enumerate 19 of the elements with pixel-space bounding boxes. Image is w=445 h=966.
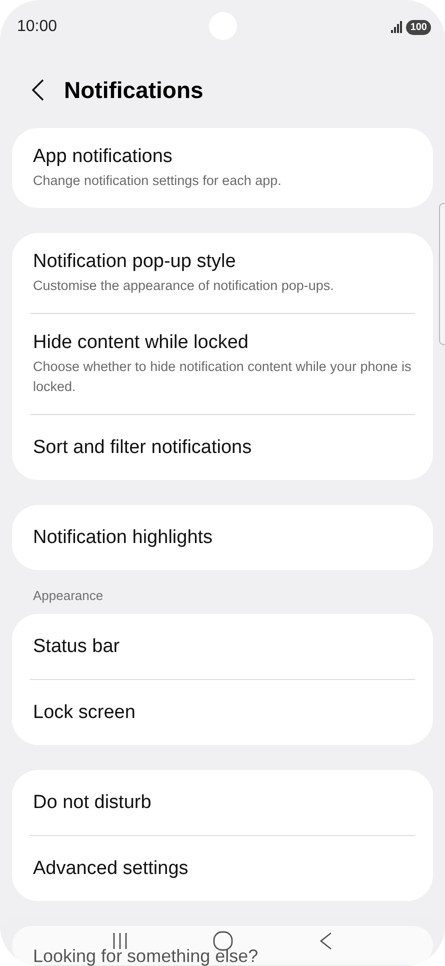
settings-item[interactable]: Do not disturb xyxy=(30,770,415,834)
section-header: Appearance xyxy=(32,587,104,605)
settings-item[interactable]: Looking for something else? xyxy=(33,946,258,964)
settings-item[interactable]: Advanced settings xyxy=(30,834,415,900)
settings-item[interactable]: App notifications Change notification settings for each app. xyxy=(30,128,415,208)
recent-apps-icon[interactable] xyxy=(113,933,128,949)
settings-item[interactable]: Hide content while locked Choose whether to hide notification content while your phone is locked. xyxy=(30,313,415,414)
settings-item[interactable]: Status bar xyxy=(30,614,415,678)
back-icon[interactable] xyxy=(32,79,44,101)
page-title: Notifications xyxy=(64,76,204,105)
settings-item[interactable]: Sort and filter notifications xyxy=(30,414,415,480)
settings-item[interactable]: Lock screen xyxy=(30,678,415,744)
battery-level: 100 xyxy=(406,20,431,34)
settings-item[interactable]: Notification pop-up style Customise the appearance of notification pop-ups. xyxy=(30,233,415,313)
settings-item[interactable]: Notification highlights xyxy=(30,505,415,570)
status-time: 10:00 xyxy=(17,17,58,37)
back-icon[interactable] xyxy=(320,932,332,950)
signal-icon xyxy=(391,21,402,33)
home-icon[interactable] xyxy=(213,931,234,951)
